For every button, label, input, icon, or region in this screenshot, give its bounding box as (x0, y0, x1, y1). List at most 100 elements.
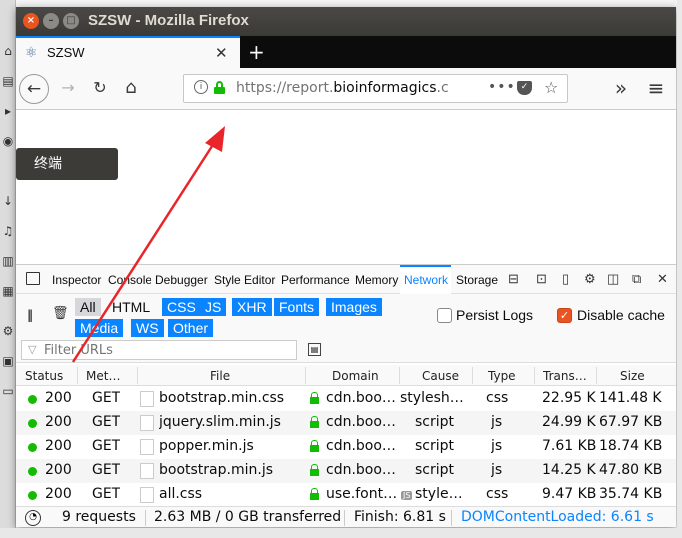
filter-other-button[interactable]: Other (168, 319, 214, 337)
summary-domcontentloaded: DOMContentLoaded: 6.61 s (461, 509, 654, 525)
overflow-menu-button[interactable]: » (611, 77, 631, 99)
column-cause[interactable]: Cause (422, 369, 459, 383)
network-launcher-icon[interactable]: ▦ (1, 284, 15, 298)
cell-status: 200 (45, 390, 72, 406)
filter-js-button[interactable]: JS (200, 298, 227, 316)
forward-button[interactable]: → (58, 77, 78, 99)
devtools-panel: Inspector Console Debugger Style Editor … (16, 264, 676, 527)
filter-fonts-button[interactable]: Fonts (274, 298, 320, 316)
tab-network[interactable]: Network (400, 265, 451, 294)
cell-size: 67.97 KB (599, 414, 662, 430)
settings-launcher-icon[interactable]: ⚙ (1, 324, 15, 338)
column-transferred[interactable]: Trans… (543, 369, 593, 383)
window-maximize-button[interactable]: □ (63, 13, 79, 29)
tab-inspector[interactable]: Inspector (52, 265, 103, 294)
undock-icon[interactable]: ⧉ (632, 271, 641, 287)
filter-xhr-button[interactable]: XHR (232, 298, 272, 316)
layout-icon[interactable]: ⊟ (508, 271, 519, 287)
files-icon[interactable]: ▤ (1, 74, 15, 88)
window-close-button[interactable]: × (23, 13, 39, 29)
status-ok-dot-icon (28, 443, 37, 452)
filter-ws-button[interactable]: WS (131, 319, 164, 337)
table-row[interactable]: 200 GET popper.min.js cdn.boo… script js… (16, 435, 676, 459)
filter-images-button[interactable]: Images (326, 298, 382, 316)
summary-requests: 9 requests (62, 509, 136, 525)
cell-method: GET (92, 438, 121, 454)
home-button[interactable]: ⌂ (121, 77, 141, 99)
cell-cause: script (415, 462, 455, 478)
disable-cache-checkbox[interactable]: ✓ (557, 308, 572, 323)
table-row[interactable]: 200 GET bootstrap.min.js cdn.boo… script… (16, 459, 676, 483)
tab-memory[interactable]: Memory (355, 265, 400, 294)
tab-style-editor[interactable]: Style Editor (214, 265, 276, 294)
trash-launcher-icon[interactable]: ▥ (1, 254, 15, 268)
secure-lock-icon (310, 416, 319, 429)
camera-icon[interactable]: ◉ (1, 134, 15, 148)
filter-css-button[interactable]: CSS (162, 298, 201, 316)
reload-button[interactable]: ↻ (90, 77, 110, 99)
column-type[interactable]: Type (488, 369, 516, 383)
cell-size: 35.74 KB (599, 486, 662, 502)
tab-close-icon[interactable]: ✕ (215, 44, 228, 62)
window-titlebar[interactable]: × – □ SZSW - Mozilla Firefox (16, 7, 676, 36)
cell-domain: use.font… (326, 486, 398, 502)
column-domain[interactable]: Domain (332, 369, 379, 383)
filter-all-button[interactable]: All (75, 298, 101, 316)
table-row[interactable]: 200 GET all.css use.font… JS style… css … (16, 483, 676, 507)
cell-method: GET (92, 486, 121, 502)
persist-logs-checkbox[interactable] (437, 308, 452, 323)
url-filter-bar: ▽ ▤ (16, 340, 676, 363)
filter-urls-input[interactable] (21, 340, 297, 360)
column-method[interactable]: Met… (86, 369, 126, 383)
table-row[interactable]: 200 GET bootstrap.min.css cdn.boo… style… (16, 387, 676, 411)
tab-console[interactable]: Console (108, 265, 151, 294)
site-info-icon[interactable]: i (194, 80, 208, 94)
home-folder-icon[interactable]: ⌂ (1, 44, 15, 58)
url-text[interactable]: https://report.bioinformagics.c (236, 80, 449, 96)
cell-cause: style… (415, 486, 463, 502)
column-status[interactable]: Status (25, 369, 75, 383)
scratchpad-icon[interactable]: ⊡ (536, 271, 547, 287)
pocket-icon[interactable]: ✓ (517, 81, 532, 95)
url-bar[interactable]: i https://report.bioinformagics.c ••• ✓ … (183, 74, 568, 103)
cell-size: 18.74 KB (599, 438, 662, 454)
dock-side-icon[interactable]: ◫ (607, 271, 619, 287)
terminal-icon[interactable]: ▸ (1, 104, 15, 118)
filter-html-button[interactable]: HTML (107, 298, 155, 316)
element-picker-icon[interactable] (26, 272, 40, 285)
column-file[interactable]: File (210, 369, 230, 383)
window-minimize-button[interactable]: – (43, 13, 59, 29)
cell-file: bootstrap.min.js (159, 462, 273, 478)
app-launcher-icon[interactable]: ▣ (1, 354, 15, 368)
cell-status: 200 (45, 438, 72, 454)
devtools-close-icon[interactable]: ✕ (657, 271, 668, 287)
cell-size: 47.80 KB (599, 462, 662, 478)
clear-trash-icon[interactable]: 🗑 (52, 306, 69, 321)
pause-icon[interactable]: ‖ (27, 308, 33, 322)
cell-method: GET (92, 462, 121, 478)
navigation-toolbar: ← → ↻ ⌂ i https://report.bioinformagics.… (16, 68, 676, 110)
firefox-window: × – □ SZSW - Mozilla Firefox ⚛ SZSW ✕ + … (16, 7, 676, 527)
bookmark-star-icon[interactable]: ☆ (544, 78, 558, 97)
file-thumbnail-icon (140, 391, 154, 407)
music-icon[interactable]: ♫ (1, 224, 15, 238)
new-tab-button[interactable]: + (248, 40, 265, 64)
tab-storage[interactable]: Storage (456, 265, 500, 294)
tab-performance[interactable]: Performance (281, 265, 350, 294)
drive-launcher-icon[interactable]: ▭ (1, 384, 15, 398)
tab-debugger[interactable]: Debugger (155, 265, 209, 294)
responsive-design-icon[interactable]: ▯ (562, 271, 569, 287)
tab-szsw[interactable]: ⚛ SZSW ✕ (16, 36, 240, 68)
cell-type: css (486, 390, 509, 406)
page-actions-button[interactable]: ••• (488, 79, 516, 95)
har-menu-icon[interactable]: ▤ (308, 343, 321, 356)
download-icon[interactable]: ↓ (1, 194, 15, 208)
filter-media-button[interactable]: Media (75, 319, 124, 337)
performance-analysis-icon[interactable]: ◔ (25, 510, 41, 526)
settings-gear-icon[interactable]: ⚙ (584, 271, 596, 287)
react-atom-icon: ⚛ (25, 45, 38, 61)
table-row[interactable]: 200 GET jquery.slim.min.js cdn.boo… scri… (16, 411, 676, 435)
column-size[interactable]: Size (620, 369, 645, 383)
back-button[interactable]: ← (19, 74, 49, 104)
hamburger-menu-button[interactable]: ≡ (646, 77, 666, 99)
